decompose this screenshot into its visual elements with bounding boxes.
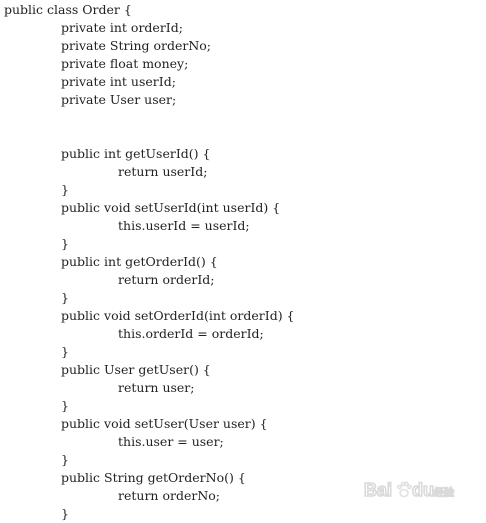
code-line: }	[61, 452, 69, 467]
code-line: private String orderNo;	[61, 38, 212, 53]
code-line: return userId;	[118, 164, 208, 179]
code-block: public class Order { private int orderId;…	[0, 0, 486, 523]
code-line: private float money;	[61, 56, 189, 71]
code-line: this.userId = userId;	[118, 218, 250, 233]
svg-text:du: du	[412, 480, 434, 500]
code-line: }	[61, 344, 69, 359]
code-line: private int userId;	[61, 74, 176, 89]
code-line: }	[61, 290, 69, 305]
code-line: }	[61, 182, 69, 197]
code-line: this.orderId = orderId;	[118, 326, 264, 341]
code-line: this.user = user;	[118, 434, 224, 449]
code-line: public User getUser() {	[61, 362, 211, 377]
svg-text:Bai: Bai	[364, 480, 392, 500]
baidu-jingyan-watermark-logo: Bai du 经验	[364, 479, 456, 501]
code-line: private int orderId;	[61, 20, 183, 35]
code-line: public int getUserId() {	[61, 146, 211, 161]
code-line: public class Order {	[4, 2, 132, 17]
code-line: }	[61, 506, 69, 521]
code-line: return orderId;	[118, 272, 215, 287]
svg-text:经验: 经验	[434, 486, 455, 499]
code-line: private User user;	[61, 92, 177, 107]
code-line: return user;	[118, 380, 195, 395]
code-line: public void setOrderId(int orderId) {	[61, 308, 295, 323]
code-line: }	[61, 398, 69, 413]
code-line: }	[61, 236, 69, 251]
code-line: public void setUser(User user) {	[61, 416, 268, 431]
paw-icon	[397, 481, 412, 498]
code-line: public void setUserId(int userId) {	[61, 200, 281, 215]
code-line: public int getOrderId() {	[61, 254, 218, 269]
